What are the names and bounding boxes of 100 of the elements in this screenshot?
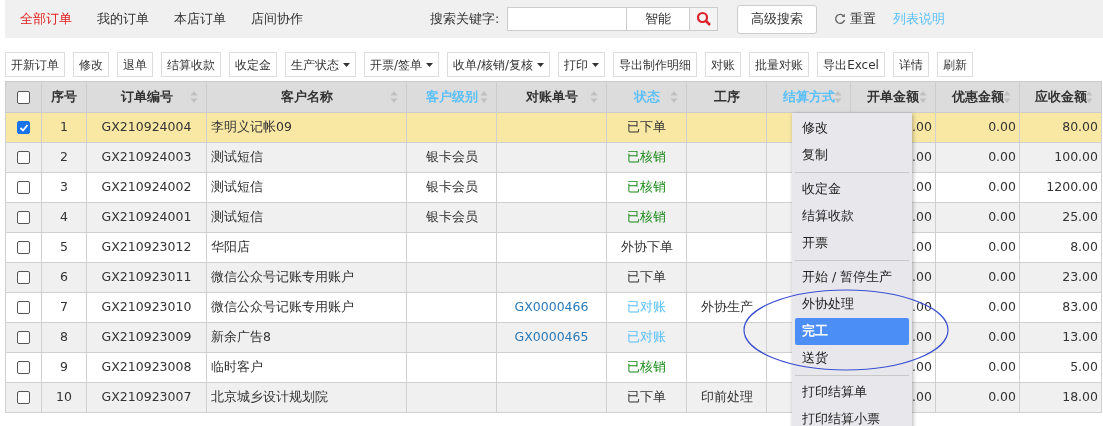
table-cell: GX210924002: [101, 179, 192, 195]
checkbox[interactable]: [17, 90, 30, 104]
toolbar-button[interactable]: 打印: [558, 52, 606, 77]
toolbar-button[interactable]: 收单/核销/复核: [447, 52, 551, 77]
menu-item[interactable]: 复制: [795, 142, 909, 169]
search-label: 搜索关键字:: [430, 9, 501, 28]
toolbar-button[interactable]: 导出Excel: [817, 52, 885, 77]
table-cell: GX210924004: [101, 119, 192, 135]
table-cell: 测试短信: [211, 179, 263, 195]
toolbar-button[interactable]: 导出制作明细: [613, 52, 698, 77]
table-cell: GX210923009: [101, 329, 192, 345]
advanced-search-button[interactable]: 高级搜索: [737, 4, 817, 34]
table-cell: GX210923012: [101, 239, 192, 255]
toolbar-button[interactable]: 对账: [705, 52, 742, 77]
table-cell: 2: [60, 149, 68, 165]
column-header[interactable]: 应收金额: [1019, 81, 1102, 113]
order-tab[interactable]: 本店订单: [174, 9, 226, 29]
status-label: 已对账: [627, 299, 666, 315]
table-cell: 5: [60, 239, 68, 255]
menu-item[interactable]: 收定金: [795, 176, 909, 203]
status-label: 已核销: [627, 149, 666, 165]
table-cell: 1200.00: [1046, 179, 1098, 195]
checkbox[interactable]: [17, 241, 30, 255]
table-cell: 银卡会员: [425, 209, 478, 225]
column-header[interactable]: 客户名称: [206, 81, 407, 113]
table-cell: 0.00: [988, 269, 1016, 285]
table-cell: 新余广告8: [211, 329, 271, 345]
toolbar-button[interactable]: 生产状态: [285, 52, 356, 77]
sort-icon[interactable]: [1085, 90, 1093, 104]
table-cell: GX210924003: [101, 149, 192, 165]
column-header[interactable]: 订单编号: [86, 81, 207, 113]
search-field[interactable]: [507, 7, 627, 31]
toolbar-button[interactable]: 开新订单: [5, 52, 65, 77]
checkbox[interactable]: [17, 331, 30, 345]
table-cell: 李明义记帐09: [211, 119, 292, 135]
table-cell: 微信公众号记账专用账户: [211, 299, 354, 315]
search-button[interactable]: [690, 7, 718, 31]
table-cell: 10: [56, 389, 72, 405]
table-cell: 4: [60, 209, 68, 225]
table-cell: 临时客户: [211, 359, 263, 375]
column-header[interactable]: 优惠金额: [935, 81, 1020, 113]
checkbox[interactable]: [17, 211, 30, 225]
menu-item[interactable]: 开始 / 暂停生产: [795, 264, 909, 291]
menu-item[interactable]: 修改: [795, 115, 909, 142]
toolbar-button[interactable]: 开票/签单: [364, 52, 440, 77]
table-cell: 13.00: [1062, 329, 1098, 345]
menu-item[interactable]: 开票: [795, 230, 909, 257]
column-header[interactable]: 对账单号: [496, 81, 607, 113]
toolbar-button[interactable]: 收定金: [229, 52, 277, 77]
checkbox[interactable]: [17, 361, 30, 375]
table-cell: 外协生产: [700, 299, 753, 315]
search-mode-select[interactable]: 智能: [627, 7, 690, 31]
reset-button[interactable]: 重置: [834, 9, 876, 29]
table-cell: GX210923010: [101, 299, 192, 315]
table-cell: GX210924001: [101, 209, 192, 225]
toolbar-button[interactable]: 退单: [117, 52, 153, 77]
table-cell: 25.00: [1062, 209, 1098, 225]
table-cell: 0.00: [988, 239, 1016, 255]
column-header[interactable]: 工序: [686, 81, 767, 113]
table-cell: 9: [60, 359, 68, 375]
order-tab[interactable]: 我的订单: [97, 9, 149, 29]
status-label: 外协下单: [620, 239, 673, 255]
table-cell: .00: [912, 389, 932, 405]
column-header[interactable]: 序号: [41, 81, 87, 113]
caret-icon: [537, 62, 545, 67]
table-cell: 8: [60, 329, 68, 345]
checkbox[interactable]: [17, 151, 30, 165]
menu-item[interactable]: 结算收款: [795, 203, 909, 230]
table-cell: GX210923011: [101, 269, 192, 285]
table-cell: 7: [60, 299, 68, 315]
status-label: 已核销: [627, 179, 666, 195]
table-cell: 0.00: [988, 359, 1016, 375]
status-label: 已下单: [627, 269, 666, 285]
checkbox[interactable]: [17, 181, 30, 195]
table-cell: 80.00: [1062, 119, 1098, 135]
caret-icon: [426, 62, 434, 67]
checkbox[interactable]: [17, 271, 30, 285]
toolbar-button[interactable]: 结算收款: [161, 52, 221, 77]
checkbox[interactable]: [17, 391, 30, 405]
table-cell: 3: [60, 179, 68, 195]
table-cell: 5.00: [1070, 359, 1098, 375]
order-tab[interactable]: 店间协作: [251, 9, 303, 29]
checkbox[interactable]: [17, 121, 30, 135]
toolbar-button[interactable]: 修改: [73, 52, 109, 77]
table-cell: GX210923007: [101, 389, 192, 405]
table-cell: 印前处理: [700, 389, 753, 405]
menu-item[interactable]: 外协处理: [795, 291, 909, 318]
table-cell: 0.00: [988, 329, 1016, 345]
caret-icon: [343, 62, 350, 67]
toolbar-button[interactable]: 批量对账: [749, 52, 810, 77]
table-cell: 100.00: [1054, 149, 1098, 165]
column-header[interactable]: 开单金额: [850, 81, 936, 113]
table-cell: 华阳店: [211, 239, 250, 255]
checkbox[interactable]: [17, 301, 30, 315]
order-tab[interactable]: 全部订单: [20, 9, 72, 29]
table-cell: 0.00: [988, 179, 1016, 195]
status-label: 已下单: [627, 389, 666, 405]
caret-icon: [592, 62, 600, 67]
toolbar-button[interactable]: 刷新: [936, 52, 973, 77]
toolbar-button[interactable]: 详情: [892, 52, 929, 77]
